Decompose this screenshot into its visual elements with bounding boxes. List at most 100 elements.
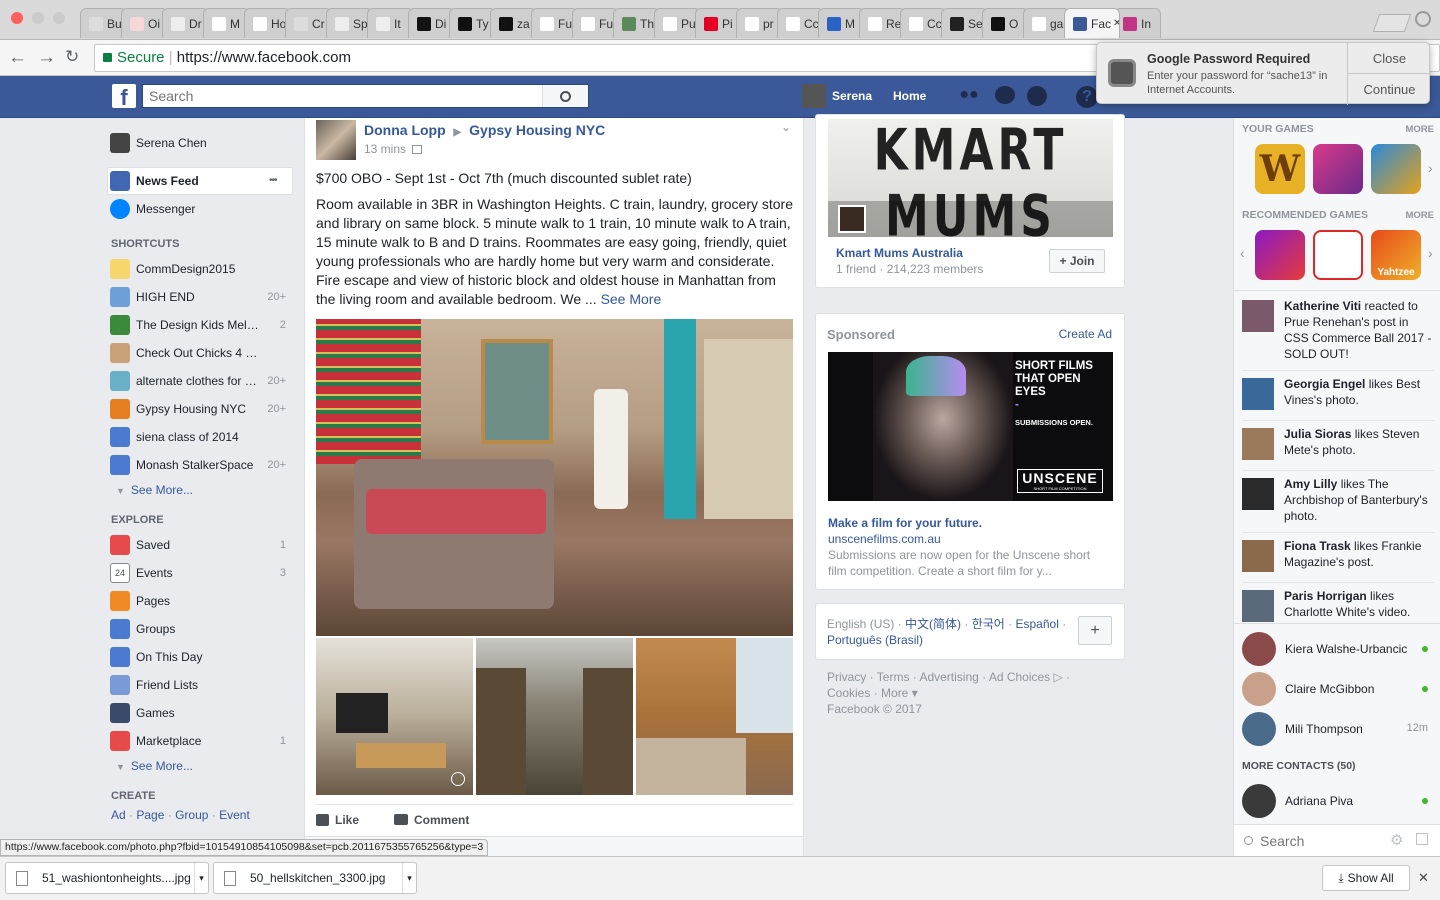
notification-continue-button[interactable]: Continue [1347, 74, 1431, 105]
recommended-games-more-link[interactable]: MORE [1406, 210, 1435, 221]
browser-tab[interactable]: Ho [244, 8, 291, 38]
profile-icon[interactable] [1415, 11, 1431, 27]
contact-item[interactable]: Claire McGibbon [1242, 670, 1434, 706]
browser-tab[interactable]: Oi [121, 8, 168, 38]
explore-see-more-link[interactable]: ▼ See More... [116, 759, 193, 773]
close-download-bar-icon[interactable]: ✕ [1418, 870, 1429, 886]
shortcut-item[interactable]: Monash StalkerSpace [110, 455, 264, 475]
download-item[interactable]: 51_washiontonheights....jpg ▾ [5, 862, 209, 894]
post-options-chevron-icon[interactable]: ⌄ [781, 120, 791, 134]
close-tab-icon[interactable]: ✕ [1113, 18, 1119, 29]
news-feed-link[interactable]: News Feed [110, 171, 199, 191]
post-timestamp[interactable]: 13 mins [364, 142, 406, 156]
yahtzee-game-icon[interactable]: Yahtzee [1371, 230, 1421, 280]
facebook-logo-icon[interactable]: f [112, 84, 136, 110]
create-link[interactable]: Page [136, 808, 164, 822]
download-menu-chevron-icon[interactable]: ▾ [194, 863, 208, 893]
browser-tab[interactable]: It [367, 8, 414, 38]
zoom-window-button[interactable] [53, 12, 65, 24]
kmart-mums-banner[interactable]: KMART MUMS [828, 119, 1113, 237]
language-link[interactable]: 한국어 [972, 617, 1005, 631]
search-input[interactable] [143, 85, 538, 107]
notifications-globe-icon[interactable] [1026, 86, 1048, 108]
new-tab-button[interactable] [1372, 14, 1412, 32]
footer-links-row[interactable]: Privacy · Terms · Advertising · Ad Choic… [827, 669, 1070, 685]
search-button[interactable] [542, 85, 588, 107]
browser-tab[interactable]: Re [859, 8, 906, 38]
minimize-window-button[interactable] [32, 12, 44, 24]
group-name-link[interactable]: Kmart Mums Australia [836, 246, 963, 260]
profile-avatar[interactable] [802, 84, 826, 108]
browser-tab[interactable]: Di [408, 8, 455, 38]
close-window-button[interactable] [11, 12, 23, 24]
browser-tab[interactable]: za [490, 8, 537, 38]
join-group-button[interactable]: + Join [1049, 249, 1105, 273]
chevron-right-icon[interactable]: › [1428, 160, 1433, 176]
friend-requests-icon[interactable]: ●● [958, 86, 980, 108]
compose-icon[interactable] [1416, 833, 1428, 845]
contact-item[interactable]: Adriana Piva [1242, 782, 1434, 818]
profile-link[interactable]: Serena [832, 89, 872, 103]
browser-tab[interactable]: Cr [285, 8, 332, 38]
browser-tab[interactable]: M [818, 8, 865, 38]
house-of-fun-game-icon[interactable] [1255, 230, 1305, 280]
chevron-right-icon[interactable]: › [1428, 245, 1433, 261]
browser-tab[interactable]: Sp [326, 8, 373, 38]
your-games-more-link[interactable]: MORE [1406, 124, 1435, 135]
post-main-photo[interactable] [316, 319, 793, 636]
like-button[interactable]: Like [316, 813, 359, 827]
game-icon[interactable] [1371, 144, 1421, 194]
explore-item[interactable]: Games [110, 703, 264, 723]
browser-tab[interactable]: Th [613, 8, 660, 38]
game-icon[interactable] [1313, 230, 1363, 280]
browser-tab[interactable]: pr [736, 8, 783, 38]
back-icon[interactable]: ← [8, 47, 27, 69]
show-all-downloads-button[interactable]: ⤓ Show All [1322, 865, 1410, 891]
explore-item[interactable]: Groups [110, 619, 264, 639]
shortcut-item[interactable]: Gypsy Housing NYC [110, 399, 264, 419]
browser-tab[interactable]: Pi [695, 8, 742, 38]
language-link[interactable]: Español [1016, 617, 1059, 631]
browser-tab[interactable]: Cc [777, 8, 824, 38]
browser-tab[interactable]: Ty [449, 8, 496, 38]
author-name-link[interactable]: Donna Lopp [364, 122, 446, 138]
browser-tab[interactable]: Se [941, 8, 988, 38]
create-link[interactable]: Ad [111, 808, 126, 822]
ad-title-link[interactable]: Make a film for your future. [828, 516, 982, 530]
shortcut-item[interactable]: CommDesign2015 [110, 259, 264, 279]
post-thumb-photo-3[interactable] [636, 638, 793, 795]
group-name-link[interactable]: Gypsy Housing NYC [469, 122, 605, 138]
author-avatar[interactable] [316, 120, 356, 160]
messenger-link[interactable]: Messenger [110, 199, 195, 219]
forward-icon[interactable]: → [37, 47, 56, 69]
download-item[interactable]: 50_hellskitchen_3300.jpg ▾ [213, 862, 417, 894]
browser-tab[interactable]: Cc [900, 8, 947, 38]
browser-tab[interactable]: In [1114, 8, 1161, 38]
footer-links-row[interactable]: Cookies · More ▾ [827, 685, 1070, 701]
shortcut-item[interactable]: The Design Kids Mel… [110, 315, 264, 335]
add-language-button[interactable]: + [1078, 616, 1112, 645]
home-link[interactable]: Home [893, 89, 926, 103]
comment-button[interactable]: Comment [394, 813, 469, 827]
explore-item[interactable]: Saved [110, 535, 264, 555]
contact-item[interactable]: Mili Thompson 12m [1242, 710, 1434, 746]
help-icon[interactable]: ? [1076, 86, 1098, 108]
messages-icon[interactable] [994, 86, 1016, 108]
chat-search-input[interactable] [1260, 831, 1380, 851]
shortcut-item[interactable]: alternate clothes for … [110, 371, 264, 391]
browser-tab[interactable]: Fac ✕ [1064, 8, 1120, 38]
ad-image[interactable]: SHORT FILMS THAT OPEN EYES - SUBMISSIONS… [828, 352, 1113, 501]
browser-tab[interactable]: Fu [572, 8, 619, 38]
explore-item[interactable]: Friend Lists [110, 675, 264, 695]
notification-close-button[interactable]: Close [1347, 43, 1431, 74]
post-thumb-photo-1[interactable] [316, 638, 473, 795]
language-link[interactable]: 中文(简体) [905, 617, 961, 631]
ad-domain-link[interactable]: unscenefilms.com.au [828, 532, 941, 546]
browser-tab[interactable]: Dr [162, 8, 209, 38]
browser-tab[interactable]: Pu [654, 8, 701, 38]
news-feed-options-button[interactable]: ••• [269, 175, 277, 186]
chevron-left-icon[interactable]: ‹ [1240, 245, 1245, 261]
game-icon[interactable] [1313, 144, 1363, 194]
reload-icon[interactable]: ↻ [65, 47, 79, 67]
shortcut-item[interactable]: HIGH END [110, 287, 264, 307]
